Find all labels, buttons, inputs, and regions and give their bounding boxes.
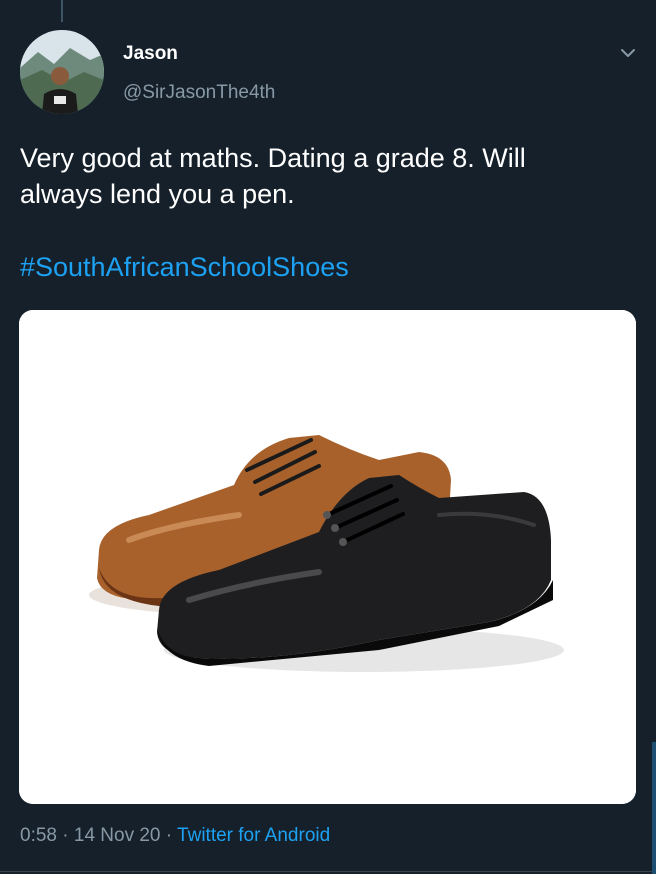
scrollbar[interactable]: [652, 742, 656, 874]
author-display-name[interactable]: Jason: [123, 43, 178, 65]
meta-separator: ·: [62, 825, 69, 846]
hashtag-link[interactable]: #SouthAfricanSchoolShoes: [20, 249, 349, 285]
tweet-source-link[interactable]: Twitter for Android: [177, 825, 330, 846]
school-shoes-photo: [19, 310, 636, 804]
tweet-text: Very good at maths. Dating a grade 8. Wi…: [20, 140, 630, 212]
tweet-time: 0:58: [20, 825, 57, 846]
meta-separator: ·: [165, 825, 173, 846]
tweet-text-line: always lend you a pen.: [20, 179, 295, 209]
tweet-text-line: Very good at maths. Dating a grade 8. Wi…: [20, 143, 526, 173]
avatar-photo: [20, 30, 104, 114]
thread-connector-line: [61, 0, 63, 22]
divider: [0, 871, 656, 872]
tweet-menu-button[interactable]: [615, 40, 641, 66]
chevron-down-icon: [621, 49, 635, 57]
author-handle[interactable]: @SirJasonThe4th: [123, 82, 275, 104]
author-avatar[interactable]: [20, 30, 104, 114]
tweet-meta: 0:58 · 14 Nov 20 · Twitter for Android: [20, 825, 330, 847]
tweet-date: 14 Nov 20: [73, 825, 161, 846]
tweet-media-image[interactable]: [19, 310, 636, 804]
